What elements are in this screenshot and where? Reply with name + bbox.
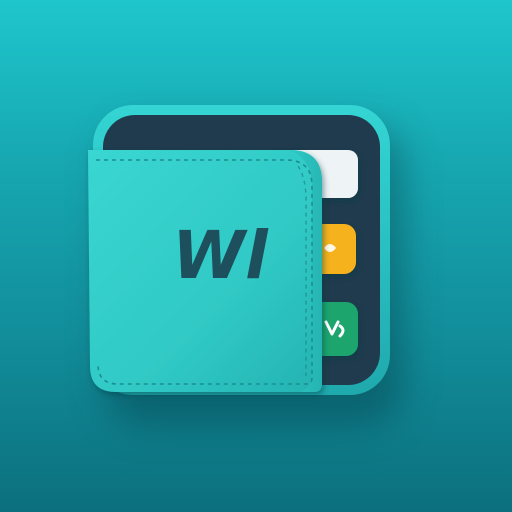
wallet-monogram: Wl bbox=[172, 217, 269, 294]
app-icon-canvas: Wl bbox=[0, 0, 512, 512]
wallet-app-icon[interactable]: Wl bbox=[0, 0, 512, 512]
